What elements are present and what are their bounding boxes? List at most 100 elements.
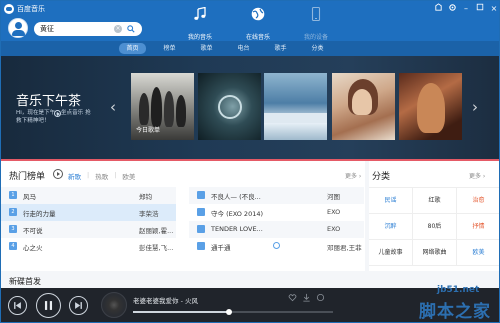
artist-name[interactable]: EXO [327, 225, 340, 233]
song-title[interactable]: 风马 [23, 191, 36, 201]
search-icon[interactable] [127, 25, 135, 33]
rank-badge: 3 [9, 225, 17, 233]
categories-more-link[interactable]: 更多 › [469, 171, 485, 180]
mv-icon[interactable] [273, 242, 280, 249]
table-row[interactable]: 3 不可说 赵丽颖,霍... [1, 221, 176, 238]
tab-categories[interactable]: 分类 [304, 43, 331, 54]
close-icon[interactable]: × [489, 3, 499, 14]
artist-name[interactable]: 邓丽君,王菲 [327, 242, 362, 252]
carousel-next-arrow[interactable]: › [468, 96, 482, 118]
playlist-card[interactable] [332, 73, 395, 140]
app-title: 百度音乐 [17, 5, 45, 13]
top-nav-my-devices[interactable]: 我的设备 [287, 7, 345, 41]
skin-icon[interactable] [433, 3, 443, 14]
avatar[interactable] [8, 18, 28, 38]
category-item[interactable]: 抒情 [457, 214, 499, 240]
play-all-icon[interactable] [53, 169, 63, 179]
artist-name[interactable]: 河图 [327, 191, 340, 201]
tab-charts[interactable]: 榜单 [156, 43, 183, 54]
category-item[interactable]: 红歌 [413, 188, 457, 214]
settings-gear-icon[interactable] [447, 3, 457, 14]
table-row[interactable]: 1 风马 郑钧 [1, 187, 176, 204]
rank-badge [197, 225, 205, 233]
tab-artists[interactable]: 歌手 [267, 43, 294, 54]
category-item[interactable]: 民谣 [369, 188, 413, 214]
category-item[interactable]: 欧美 [457, 240, 499, 266]
favorite-heart-icon[interactable] [288, 293, 297, 302]
song-title[interactable]: 心之火 [23, 242, 43, 252]
now-playing-title: 老婆老婆我爱你 - 火风 [133, 297, 198, 305]
song-title[interactable]: TENDER LOVE... [211, 225, 263, 233]
minimize-icon[interactable]: – [461, 3, 471, 14]
carousel-prev-arrow[interactable]: ‹ [106, 96, 120, 118]
progress-knob[interactable] [226, 309, 232, 315]
top-nav-label: 我的音乐 [187, 34, 212, 41]
artist-name[interactable]: EXO [327, 208, 340, 216]
top-nav-my-music[interactable]: 我的音乐 [171, 7, 229, 41]
song-title[interactable]: 行走的力量 [23, 208, 56, 218]
music-note-icon [194, 7, 206, 20]
play-pause-button[interactable] [36, 293, 61, 318]
header: × 我的音乐 在 [1, 7, 499, 41]
playlist-card[interactable] [198, 73, 261, 140]
top-nav-label: 在线音乐 [245, 34, 270, 41]
banner-title: 音乐下午茶 [16, 94, 82, 109]
table-row[interactable]: 通千通 邓丽君,王菲 [189, 238, 364, 255]
category-item[interactable]: 儿童故事 [369, 240, 413, 266]
share-icon[interactable] [316, 293, 325, 302]
tab-radio[interactable]: 电台 [230, 43, 257, 54]
artist-name[interactable]: 李荣浩 [139, 208, 159, 218]
category-item[interactable]: 80后 [413, 214, 457, 240]
category-grid: 民谣 红歌 治愈 沉醉 80后 抒情 儿童故事 网络歌曲 欧美 [369, 187, 499, 266]
categories-panel: 分类 更多 › 民谣 红歌 治愈 沉醉 80后 抒情 儿童故事 网络歌曲 欧美 [369, 161, 499, 271]
maximize-icon[interactable] [475, 3, 485, 14]
playlist-card[interactable] [264, 73, 327, 140]
tab-home[interactable]: 首页 [119, 43, 146, 54]
pause-icon [44, 301, 53, 310]
previous-track-button[interactable] [8, 296, 27, 315]
hot-chart-right-list: 不良人— (不良... 河图 守今 (EXO 2014) EXO TENDER … [189, 187, 364, 255]
category-item[interactable]: 治愈 [457, 188, 499, 214]
hot-charts-tabs: 新歌 | 热歌 | 欧美 [68, 171, 136, 181]
table-row[interactable]: 不良人— (不良... 河图 [189, 187, 364, 204]
rank-badge [197, 242, 205, 250]
banner-play-icon[interactable] [54, 110, 61, 117]
search-input[interactable] [40, 24, 108, 34]
globe-icon [251, 7, 265, 21]
tab-hot-songs[interactable]: 热歌 [95, 171, 108, 181]
sub-nav: 首页 榜单 歌单 电台 歌手 分类 [1, 41, 499, 56]
tab-new-songs[interactable]: 新歌 [68, 171, 81, 181]
artist-name[interactable]: 彭佳慧,飞... [139, 242, 173, 252]
tab-playlists[interactable]: 歌单 [193, 43, 220, 54]
rank-badge: 4 [9, 242, 17, 250]
watermark-name: 脚本之家 [419, 302, 491, 322]
table-row[interactable]: 4 心之火 彭佳慧,飞... [1, 238, 176, 255]
playlist-card[interactable]: 今日歌单 [131, 73, 194, 140]
song-title[interactable]: 通千通 [211, 242, 231, 252]
table-row[interactable]: 守今 (EXO 2014) EXO [189, 204, 364, 221]
song-title[interactable]: 不可说 [23, 225, 43, 235]
clear-search-icon[interactable]: × [114, 25, 122, 33]
featured-banner: 音乐下午茶 Hi，现在是下午，坐点音乐 抢救下精神吧！ ‹ › 今日歌单 [1, 56, 499, 159]
hot-charts-title: 热门榜单 [9, 172, 46, 182]
artist-name[interactable]: 郑钧 [139, 191, 152, 201]
song-title[interactable]: 不良人— (不良... [211, 191, 261, 201]
playlist-card[interactable] [399, 73, 462, 140]
download-icon[interactable] [302, 293, 311, 302]
next-track-button[interactable] [69, 296, 88, 315]
tab-western[interactable]: 欧美 [122, 171, 135, 181]
category-item[interactable]: 沉醉 [369, 214, 413, 240]
hot-chart-left-list: 1 风马 郑钧 2 行走的力量 李荣浩 3 不可说 赵丽颖,霍... 4 心之火… [1, 187, 176, 255]
table-row[interactable]: TENDER LOVE... EXO [189, 221, 364, 238]
app-logo-icon [4, 4, 14, 14]
song-title[interactable]: 守今 (EXO 2014) [211, 208, 263, 218]
playback-progress-bar[interactable] [133, 309, 333, 315]
top-nav-online-music[interactable]: 在线音乐 [229, 7, 287, 41]
artist-name[interactable]: 赵丽颖,霍... [139, 225, 173, 235]
hot-charts-more-link[interactable]: 更多 › [345, 171, 361, 180]
next-icon [75, 302, 82, 309]
new-release-title: 新碟首发 [9, 277, 41, 286]
category-item[interactable]: 网络歌曲 [413, 240, 457, 266]
progress-fill [133, 311, 229, 313]
table-row[interactable]: 2 行走的力量 李荣浩 [1, 204, 176, 221]
